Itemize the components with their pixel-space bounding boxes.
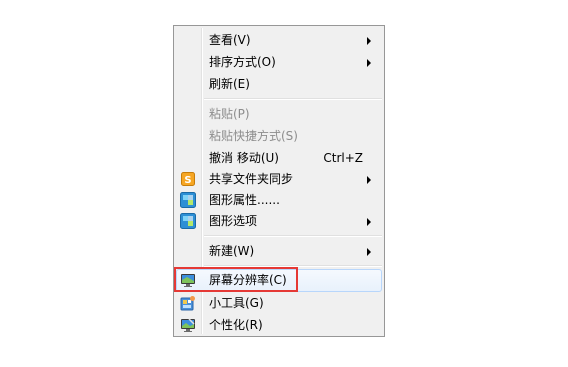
graphics-icon [180, 192, 196, 208]
menu-item-label: 小工具(G) [209, 296, 264, 310]
sync-folder-icon: S [181, 172, 195, 186]
menu-separator [204, 235, 382, 237]
personalize-icon [181, 318, 195, 332]
submenu-arrow-icon [367, 248, 371, 256]
menu-item-new[interactable]: 新建(W) [176, 240, 382, 262]
menu-separator [204, 98, 382, 100]
menu-item-label: 查看(V) [209, 33, 251, 47]
menu-item-shortcut: Ctrl+Z [323, 151, 363, 165]
menu-item-graphics-options[interactable]: 图形选项 [176, 210, 382, 232]
submenu-arrow-icon [367, 218, 371, 226]
menu-item-label: 共享文件夹同步 [209, 172, 294, 186]
menu-item-label: 撤消 移动(U) [209, 151, 279, 165]
svg-text:S: S [184, 175, 191, 186]
submenu-arrow-icon [367, 59, 371, 67]
menu-item-label: 刷新(E) [209, 77, 250, 91]
menu-item-paste-shortcut[interactable]: 粘贴快捷方式(S) [176, 125, 382, 147]
menu-item-sort-by[interactable]: 排序方式(O) [176, 51, 382, 73]
menu-item-label: 粘贴快捷方式(S) [209, 129, 298, 143]
menu-item-shared-folder-sync[interactable]: S 共享文件夹同步 [176, 168, 382, 190]
menu-item-label: 图形选项 [209, 214, 258, 228]
menu-item-label: 粘贴(P) [209, 107, 250, 121]
submenu-arrow-icon [367, 37, 371, 45]
annotation-highlight-box [174, 267, 298, 292]
menu-item-graphics-properties[interactable]: 图形属性...... [176, 189, 382, 211]
menu-item-paste[interactable]: 粘贴(P) [176, 103, 382, 125]
menu-item-undo-move[interactable]: 撤消 移动(U) Ctrl+Z [176, 147, 382, 169]
menu-item-label: 排序方式(O) [209, 55, 276, 69]
menu-item-label: 新建(W) [209, 244, 255, 258]
submenu-arrow-icon [367, 176, 371, 184]
menu-item-label: 个性化(R) [209, 318, 263, 332]
menu-item-view[interactable]: 查看(V) [176, 29, 382, 51]
gadgets-icon [180, 296, 195, 311]
menu-item-label: 图形属性...... [209, 193, 280, 207]
menu-item-gadgets[interactable]: 小工具(G) [176, 292, 382, 314]
menu-item-personalize[interactable]: 个性化(R) [176, 314, 382, 336]
graphics-options-icon [180, 213, 196, 229]
menu-item-refresh[interactable]: 刷新(E) [176, 73, 382, 95]
